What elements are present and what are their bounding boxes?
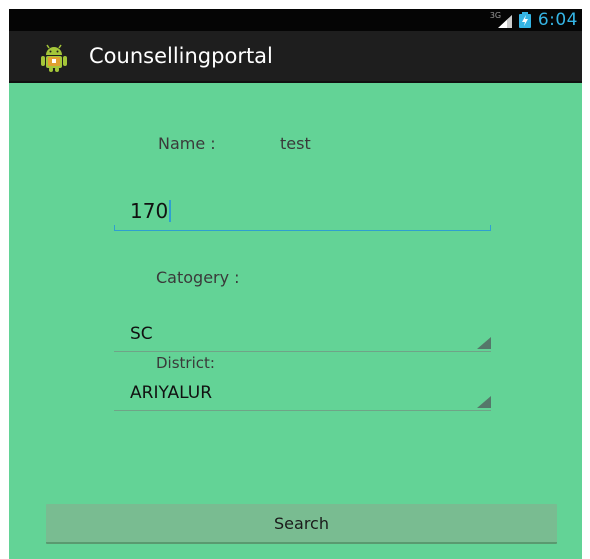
district-label: District: — [156, 354, 215, 372]
status-clock: 6:04 — [537, 10, 578, 30]
dropdown-arrow-icon — [477, 337, 491, 349]
android-robot-icon — [41, 44, 67, 72]
category-selected-value: SC — [130, 324, 153, 344]
app-title: Counsellingportal — [89, 44, 273, 68]
action-bar: Counsellingportal — [9, 31, 582, 83]
dropdown-arrow-icon — [477, 396, 491, 408]
text-cursor — [169, 199, 172, 222]
input-edge-left — [114, 225, 115, 230]
battery-charging-icon — [518, 12, 531, 28]
status-bar: 3G 6:04 — [9, 9, 582, 31]
district-selected-value: ARIYALUR — [130, 383, 213, 403]
status-icons: 3G 6:04 — [490, 9, 578, 31]
category-spinner[interactable]: SC — [114, 322, 491, 352]
app-screen: 3G 6:04 Counsellingportal Name: test 17… — [9, 9, 582, 559]
signal-indicator: 3G — [490, 10, 512, 30]
form-content: Name : test 170 Catogery : SC District: … — [9, 83, 582, 559]
search-button[interactable]: Search — [46, 504, 557, 544]
number-input[interactable]: 170 — [114, 191, 491, 231]
name-label: Name : — [158, 134, 216, 153]
signal-icon — [497, 15, 512, 28]
number-input-value: 170 — [130, 198, 169, 223]
category-label: Catogery : — [156, 268, 240, 287]
district-spinner[interactable]: ARIYALUR — [114, 381, 491, 411]
name-value: test — [280, 134, 311, 153]
input-edge-right — [490, 225, 491, 230]
